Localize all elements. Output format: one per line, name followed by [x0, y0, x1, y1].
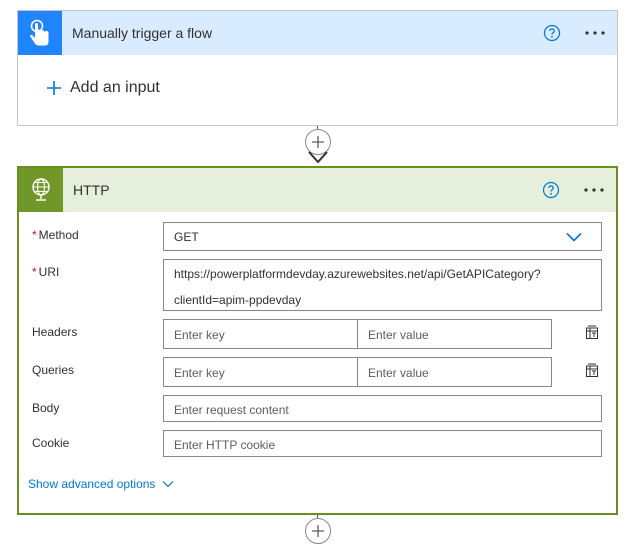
headers-key-input[interactable]: Enter key — [163, 319, 358, 349]
trigger-title: Manually trigger a flow — [72, 25, 213, 41]
method-value: GET — [174, 230, 199, 244]
more-icon[interactable] — [583, 187, 605, 193]
body-label: Body — [32, 401, 60, 415]
help-icon[interactable] — [543, 24, 561, 42]
touch-icon — [30, 19, 49, 46]
http-action-card: HTTP * Method GET * URI https://powerplatf… — [17, 166, 618, 515]
trigger-card: Manually trigger a flow Add an input — [17, 10, 618, 126]
queries-value-input[interactable]: Enter value — [357, 357, 552, 387]
cookie-input[interactable]: Enter HTTP cookie — [163, 430, 602, 457]
uri-label: * URI — [32, 265, 60, 279]
http-icon-box — [19, 168, 63, 212]
headers-value-input[interactable]: Enter value — [357, 319, 552, 349]
add-input-label: Add an input — [70, 79, 160, 96]
cookie-label: Cookie — [32, 436, 70, 450]
add-step-icon — [312, 136, 324, 148]
more-icon[interactable] — [584, 30, 606, 36]
trigger-icon-box — [18, 11, 62, 55]
switch-to-text-icon[interactable] — [585, 363, 599, 378]
plus-icon — [47, 81, 61, 95]
http-title: HTTP — [73, 182, 110, 198]
uri-line-1: https://powerplatformdevday.azurewebsite… — [174, 267, 541, 281]
chevron-down-icon — [566, 232, 582, 242]
chevron-down-icon — [163, 481, 174, 488]
help-icon[interactable] — [542, 181, 560, 199]
trigger-header[interactable]: Manually trigger a flow — [18, 11, 617, 55]
insert-step-button[interactable] — [305, 518, 331, 544]
switch-to-text-icon[interactable] — [585, 325, 599, 340]
headers-label: Headers — [32, 325, 78, 339]
method-dropdown[interactable]: GET — [163, 222, 602, 251]
add-step-icon — [312, 525, 324, 537]
queries-label: Queries — [32, 363, 75, 377]
uri-input[interactable]: https://powerplatformdevday.azurewebsite… — [163, 259, 602, 311]
http-header[interactable]: HTTP — [19, 168, 616, 212]
globe-icon — [32, 178, 50, 201]
body-input[interactable]: Enter request content — [163, 395, 602, 422]
add-input-button[interactable]: Add an input — [46, 79, 160, 97]
queries-key-input[interactable]: Enter key — [163, 357, 358, 387]
arrow-down-icon — [308, 151, 328, 164]
uri-line-2: clientId=apim-ppdevday — [174, 293, 302, 307]
show-advanced-options-link[interactable]: Show advanced options — [28, 477, 174, 491]
method-label: * Method — [32, 228, 79, 242]
